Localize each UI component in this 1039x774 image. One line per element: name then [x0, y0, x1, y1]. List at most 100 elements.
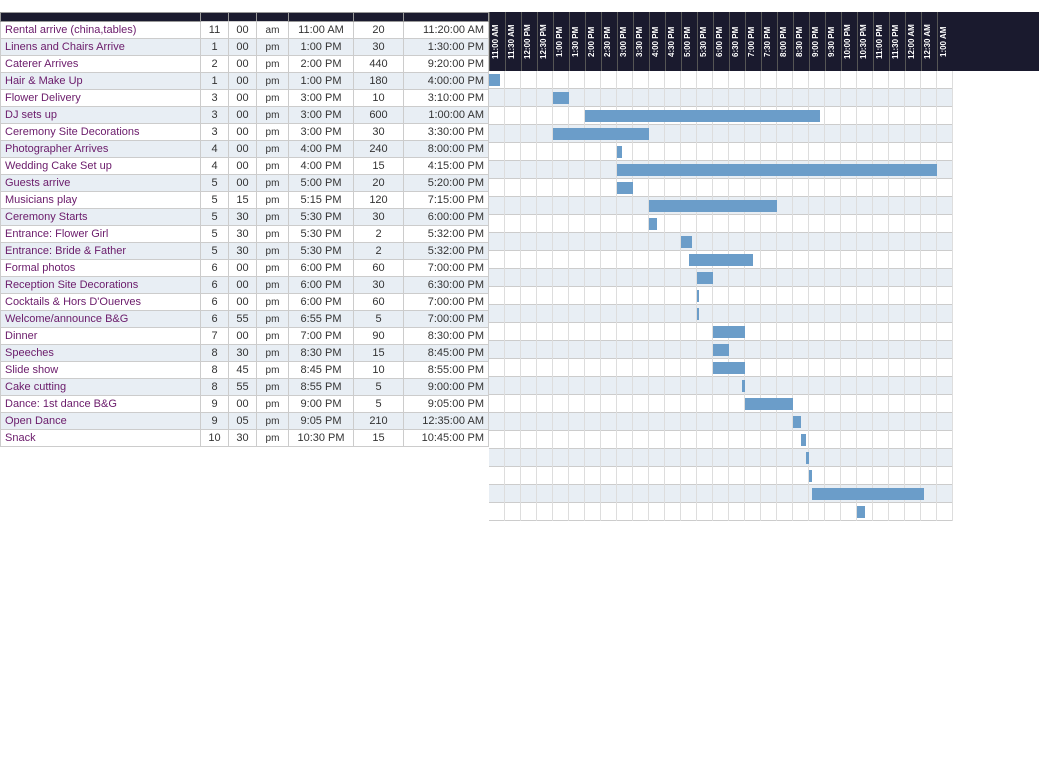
item-duration: 2 [354, 226, 404, 243]
item-ampm: pm [257, 175, 289, 192]
item-min: 00 [229, 56, 257, 73]
schedule-table: Rental arrive (china,tables) 11 00 am 11… [0, 12, 489, 521]
table-row: Cocktails & Hors D'Ouerves 6 00 pm 6:00 … [1, 294, 489, 311]
item-duration: 15 [354, 158, 404, 175]
gantt-chart: 11:00 AM11:30 AM12:00 PM12:30 PM1:00 PM1… [489, 12, 1039, 521]
item-hour: 8 [201, 379, 229, 396]
gantt-time-label: 8:00 PM [777, 12, 793, 71]
item-min: 00 [229, 90, 257, 107]
item-ampm: pm [257, 192, 289, 209]
gantt-row [489, 107, 953, 125]
gantt-row [489, 251, 953, 269]
table-row: Rental arrive (china,tables) 11 00 am 11… [1, 22, 489, 39]
gantt-bar [745, 398, 793, 410]
item-time: 8:45 PM [289, 362, 354, 379]
item-name: Photographer Arrives [1, 141, 201, 158]
item-hour: 6 [201, 277, 229, 294]
item-time: 10:30 PM [289, 430, 354, 447]
table-row: Dinner 7 00 pm 7:00 PM 90 8:30:00 PM [1, 328, 489, 345]
table-row: Open Dance 9 05 pm 9:05 PM 210 12:35:00 … [1, 413, 489, 430]
gantt-row [489, 71, 953, 89]
item-name: Linens and Chairs Arrive [1, 39, 201, 56]
gantt-time-label: 11:30 AM [505, 12, 521, 71]
gantt-time-label: 7:30 PM [761, 12, 777, 71]
table-row: Speeches 8 30 pm 8:30 PM 15 8:45:00 PM [1, 345, 489, 362]
item-time: 8:55 PM [289, 379, 354, 396]
gantt-row [489, 341, 953, 359]
th-min [229, 13, 257, 22]
item-duration: 2 [354, 243, 404, 260]
item-duration: 60 [354, 294, 404, 311]
gantt-bar [617, 146, 622, 158]
gantt-row [489, 485, 953, 503]
item-min: 00 [229, 39, 257, 56]
item-min: 55 [229, 379, 257, 396]
item-hour: 3 [201, 124, 229, 141]
item-name: Dance: 1st dance B&G [1, 396, 201, 413]
item-min: 15 [229, 192, 257, 209]
gantt-time-label: 10:00 PM [841, 12, 857, 71]
gantt-row [489, 89, 953, 107]
table-row: Formal photos 6 00 pm 6:00 PM 60 7:00:00… [1, 260, 489, 277]
item-min: 55 [229, 311, 257, 328]
gantt-time-label: 12:00 AM [905, 12, 921, 71]
item-time: 1:00 PM [289, 73, 354, 90]
item-hour: 3 [201, 107, 229, 124]
item-name: Open Dance [1, 413, 201, 430]
item-duration: 30 [354, 209, 404, 226]
item-duration: 10 [354, 362, 404, 379]
item-min: 45 [229, 362, 257, 379]
item-min: 00 [229, 260, 257, 277]
item-hour: 5 [201, 175, 229, 192]
item-endtime: 12:35:00 AM [404, 413, 489, 430]
item-ampm: pm [257, 226, 289, 243]
th-item [1, 13, 201, 22]
item-hour: 5 [201, 243, 229, 260]
gantt-row [489, 413, 953, 431]
item-endtime: 6:00:00 PM [404, 209, 489, 226]
item-ampm: am [257, 22, 289, 39]
item-min: 30 [229, 226, 257, 243]
item-min: 00 [229, 22, 257, 39]
item-duration: 30 [354, 124, 404, 141]
item-duration: 10 [354, 90, 404, 107]
gantt-bar [742, 380, 745, 392]
item-hour: 6 [201, 260, 229, 277]
gantt-row [489, 179, 953, 197]
item-duration: 20 [354, 175, 404, 192]
item-endtime: 5:20:00 PM [404, 175, 489, 192]
gantt-bar [809, 470, 812, 482]
gantt-time-label: 2:30 PM [601, 12, 617, 71]
item-time: 9:05 PM [289, 413, 354, 430]
gantt-time-label: 1:00 PM [553, 12, 569, 71]
gantt-bar [697, 290, 699, 302]
item-endtime: 7:00:00 PM [404, 260, 489, 277]
item-hour: 8 [201, 362, 229, 379]
gantt-time-label: 1:00 AM [937, 12, 953, 71]
gantt-time-label: 3:30 PM [633, 12, 649, 71]
gantt-bar [812, 488, 924, 500]
gantt-time-label: 3:00 PM [617, 12, 633, 71]
item-name: Formal photos [1, 260, 201, 277]
item-time: 5:30 PM [289, 209, 354, 226]
th-ampm [257, 13, 289, 22]
gantt-time-label: 11:00 PM [873, 12, 889, 71]
item-min: 00 [229, 107, 257, 124]
item-name: Ceremony Site Decorations [1, 124, 201, 141]
table-row: Snack 10 30 pm 10:30 PM 15 10:45:00 PM [1, 430, 489, 447]
gantt-header: 11:00 AM11:30 AM12:00 PM12:30 PM1:00 PM1… [489, 12, 1039, 71]
item-endtime: 4:00:00 PM [404, 73, 489, 90]
gantt-row [489, 503, 953, 521]
item-time: 5:30 PM [289, 226, 354, 243]
item-ampm: pm [257, 90, 289, 107]
item-time: 4:00 PM [289, 158, 354, 175]
table-row: Photographer Arrives 4 00 pm 4:00 PM 240… [1, 141, 489, 158]
item-ampm: pm [257, 277, 289, 294]
item-hour: 6 [201, 311, 229, 328]
item-endtime: 3:10:00 PM [404, 90, 489, 107]
gantt-bar [697, 272, 713, 284]
gantt-row [489, 233, 953, 251]
item-time: 3:00 PM [289, 124, 354, 141]
item-time: 5:30 PM [289, 243, 354, 260]
item-endtime: 7:00:00 PM [404, 311, 489, 328]
